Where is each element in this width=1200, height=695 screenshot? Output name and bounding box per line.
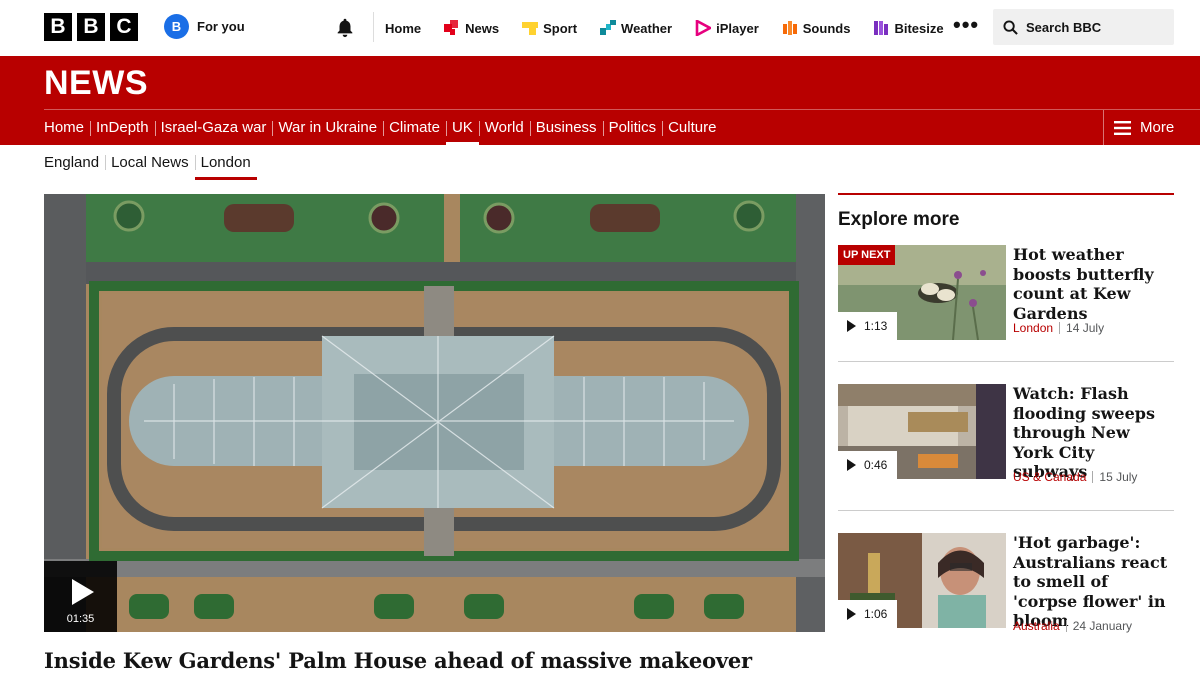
hamburger-icon [1114,120,1131,135]
notifications-bell-icon[interactable] [334,16,356,38]
nav-item-label: iPlayer [716,20,759,36]
nav-item-news[interactable]: News [444,20,499,36]
sport-icon [522,22,539,35]
nav-item-label: Sounds [802,20,851,36]
play-icon [847,459,856,471]
section-home[interactable]: Home [44,110,90,145]
for-you-label: For you [197,19,245,34]
video-duration: 01:35 [66,613,95,625]
section-indepth[interactable]: InDepth [90,110,155,145]
card-thumbnail: UP NEXT 1:13 [838,245,1006,340]
card-date: 24 January [1072,619,1133,633]
sub-nav: England Local News London [44,145,257,180]
card-duration: 1:06 [864,607,888,621]
divider [373,12,374,42]
up-next-badge: UP NEXT [838,245,896,265]
play-icon [72,579,94,605]
card-meta: Australia 24 January [1013,619,1132,633]
divider [1092,471,1094,483]
card-meta: US & Canada 15 July [1013,470,1137,484]
card-region[interactable]: London [1013,321,1053,335]
more-label: More [1140,119,1175,136]
nav-item-sport[interactable]: Sport [522,20,577,36]
duration-box: 1:13 [838,312,897,340]
nav-item-home[interactable]: Home [385,21,421,36]
section-world[interactable]: World [478,110,530,145]
section-business[interactable]: Business [529,110,603,145]
nav-item-bitesize[interactable]: Bitesize [873,20,944,36]
divider [1065,620,1067,632]
nav-item-iplayer[interactable]: iPlayer [695,20,759,36]
explore-card[interactable]: UP NEXT 1:13 Hot weather boosts butterfl… [838,245,1174,341]
iplayer-icon [695,20,712,36]
hero-headline[interactable]: Inside Kew Gardens' Palm House ahead of … [44,648,752,673]
section-politics[interactable]: Politics [602,110,663,145]
play-button[interactable]: 01:35 [44,561,117,632]
section-culture[interactable]: Culture [662,110,722,145]
nav-item-label: Weather [621,20,673,36]
logo-letter: B [44,13,72,41]
section-israel-gaza-war[interactable]: Israel-Gaza war [154,110,273,145]
card-title: Watch: Flash flooding sweeps through New… [1013,384,1155,481]
for-you-button[interactable]: B For you [164,14,245,39]
bbc-logo[interactable]: B B C [44,13,138,41]
divider [838,510,1174,511]
more-sections-button[interactable]: More [1103,110,1200,145]
explore-more-heading: Explore more [838,209,960,230]
divider [838,193,1174,195]
card-duration: 1:13 [864,319,888,333]
card-thumbnail: 1:06 [838,533,1006,628]
card-title: 'Hot garbage': Australians react to smel… [1013,533,1168,630]
search-icon [1003,19,1018,35]
section-nav: Home InDepth Israel-Gaza war War in Ukra… [44,110,722,145]
logo-letter: C [110,13,138,41]
nav-item-weather[interactable]: Weather [600,20,672,36]
card-meta: London 14 July [1013,321,1104,335]
subnav-london[interactable]: London [194,145,257,180]
search-label: Search BBC [1026,19,1102,35]
subnav-england[interactable]: England [44,145,105,180]
card-date: 15 July [1099,470,1138,484]
global-nav: Home News Sport Weather iPlayer Sounds B… [385,0,967,56]
nav-item-sounds[interactable]: Sounds [782,20,851,36]
nav-item-label: Home [385,20,422,36]
card-region[interactable]: US & Canada [1013,470,1086,484]
more-menu-button[interactable]: ••• [953,14,979,36]
subnav-local-news[interactable]: Local News [105,145,195,180]
divider [1059,322,1061,334]
card-title: Hot weather boosts butterfly count at Ke… [1013,245,1154,323]
hero-video-player[interactable] [44,194,825,632]
hero-video-still [44,194,825,632]
news-brand[interactable]: NEWS [44,64,148,103]
card-region[interactable]: Australia [1013,619,1060,633]
nav-item-label: Bitesize [894,20,944,36]
play-icon [847,608,856,620]
logo-letter: B [77,13,105,41]
news-header: NEWS Home InDepth Israel-Gaza war War in… [0,56,1200,145]
duration-box: 1:06 [838,600,897,628]
section-uk[interactable]: UK [445,110,479,145]
search-bbc-box[interactable]: Search BBC [993,9,1174,45]
nav-item-label: Sport [543,20,578,36]
news-icon [444,20,459,35]
bitesize-icon [874,21,889,35]
account-avatar: B [164,14,189,39]
weather-icon [600,20,617,35]
card-date: 14 July [1066,321,1105,335]
card-duration: 0:46 [864,458,888,472]
divider [838,361,1174,362]
play-icon [847,320,856,332]
card-thumbnail: 0:46 [838,384,1006,479]
explore-card[interactable]: 1:06 'Hot garbage': Australians react to… [838,533,1174,633]
duration-box: 0:46 [838,451,897,479]
global-header: B B C B For you Home News Sport Weather … [0,0,1200,56]
sounds-icon [782,21,797,35]
section-climate[interactable]: Climate [383,110,446,145]
explore-card[interactable]: 0:46 Watch: Flash flooding sweeps throug… [838,384,1174,484]
nav-item-label: News [465,20,500,36]
section-war-in-ukraine[interactable]: War in Ukraine [272,110,383,145]
